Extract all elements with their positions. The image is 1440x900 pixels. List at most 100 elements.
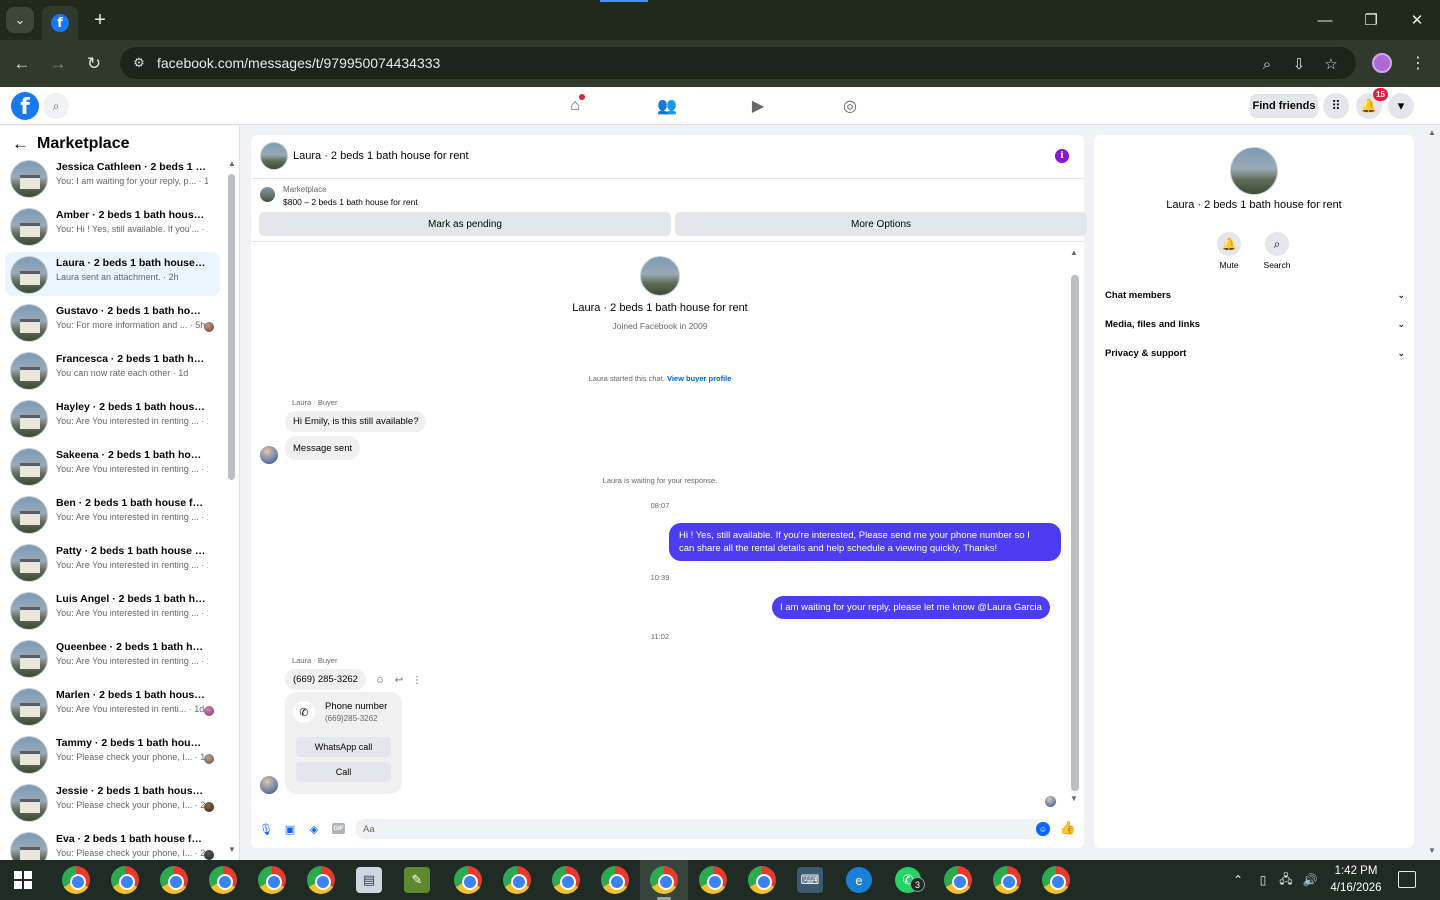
conversation-item[interactable]: Queenbee · 2 beds 1 bath hous... You: Ar… <box>5 636 220 680</box>
photo-icon[interactable]: ▣ <box>283 822 297 836</box>
page-scroll-down-icon[interactable]: ▼ <box>1428 846 1436 855</box>
conversation-item[interactable]: Marlen · 2 beds 1 bath house... You: Are… <box>5 684 220 728</box>
facebook-logo-icon[interactable]: f <box>11 92 39 120</box>
conversation-item[interactable]: Jessica Cathleen · 2 beds 1 bath... You:… <box>5 156 220 200</box>
buyer-profile-avatar[interactable] <box>640 256 680 296</box>
bookmark-star-icon[interactable]: ☆ <box>1320 53 1342 75</box>
conversation-item[interactable]: Gustavo · 2 beds 1 bath hous... You: For… <box>5 300 220 344</box>
conversation-item[interactable]: Eva · 2 beds 1 bath house for... You: Pl… <box>5 828 220 860</box>
mute-action[interactable]: 🔔 Mute <box>1204 232 1254 270</box>
site-settings-icon[interactable]: ⚙ <box>130 54 148 72</box>
tray-chevron-up-icon[interactable]: ⌃ <box>1230 871 1246 889</box>
conversation-item[interactable]: Sakeena · 2 beds 1 bath house f... You: … <box>5 444 220 488</box>
microphone-icon[interactable]: 🎙 <box>259 822 273 836</box>
chrome-icon[interactable] <box>307 866 335 894</box>
chrome-icon[interactable] <box>258 866 286 894</box>
more-options-button[interactable]: More Options <box>675 212 1087 236</box>
react-emoji-icon[interactable]: ☺ <box>374 674 386 686</box>
friends-icon[interactable]: 👥 <box>655 94 679 118</box>
conversation-item[interactable]: Tammy · 2 beds 1 bath house... You: Plea… <box>5 732 220 776</box>
windows-start-icon[interactable] <box>14 871 32 889</box>
browser-menu-icon[interactable]: ⋮ <box>1408 52 1428 74</box>
chrome-icon[interactable] <box>993 866 1021 894</box>
volume-icon[interactable]: 🔊 <box>1302 871 1318 889</box>
chat-members-section[interactable]: Chat members ⌄ <box>1105 290 1405 306</box>
groups-icon[interactable]: ◎ <box>838 94 862 118</box>
address-bar[interactable]: ⚙ facebook.com/messages/t/97995007443433… <box>120 47 1356 79</box>
conversation-item[interactable]: Amber · 2 beds 1 bath house fo... You: H… <box>5 204 220 248</box>
more-actions-icon[interactable]: ⋮ <box>411 674 423 686</box>
chrome-icon[interactable] <box>160 866 188 894</box>
video-icon[interactable]: ▶ <box>746 94 770 118</box>
account-chevron-icon[interactable]: ▾ <box>1388 93 1414 119</box>
clock-date[interactable]: 4/16/2026 <box>1326 882 1386 894</box>
browser-tab-facebook[interactable]: f <box>42 6 78 40</box>
conversation-item[interactable]: Patty · 2 beds 1 bath house for ... You:… <box>5 540 220 584</box>
details-avatar[interactable] <box>1230 147 1278 195</box>
view-buyer-profile-link[interactable]: View buyer profile <box>667 374 731 383</box>
new-tab-plus-icon[interactable]: + <box>88 8 112 32</box>
mark-as-pending-button[interactable]: Mark as pending <box>259 212 671 236</box>
conversation-item-active[interactable]: Laura · 2 beds 1 bath house for ... Laur… <box>5 252 220 296</box>
listing-thumbnail[interactable] <box>260 187 275 202</box>
tab-search-dropdown-icon[interactable]: ⌄ <box>6 7 34 33</box>
search-icon[interactable]: ⌕ <box>1265 232 1289 256</box>
chat-scroll-down-icon[interactable]: ▼ <box>1070 794 1078 803</box>
conversation-item[interactable]: Francesca · 2 beds 1 bath house... You c… <box>5 348 220 392</box>
chrome-icon[interactable] <box>111 866 139 894</box>
apps-menu-icon[interactable]: ⠿ <box>1323 93 1349 119</box>
chat-scrollbar[interactable] <box>1071 275 1079 791</box>
scroll-up-arrow-icon[interactable]: ▲ <box>228 159 236 168</box>
bell-icon[interactable]: 🔔 <box>1217 232 1241 256</box>
id-card-app-icon[interactable]: ▤ <box>356 867 382 893</box>
chrome-icon[interactable] <box>699 866 727 894</box>
sidebar-scrollbar[interactable] <box>228 174 235 480</box>
zoom-icon[interactable]: ⌕ <box>1256 53 1278 75</box>
gif-icon[interactable]: GIF <box>332 823 345 834</box>
reload-icon[interactable]: ↻ <box>81 51 107 77</box>
chrome-icon[interactable] <box>454 866 482 894</box>
chat-scroll-up-icon[interactable]: ▲ <box>1070 248 1078 257</box>
chrome-icon[interactable] <box>209 866 237 894</box>
chrome-icon[interactable] <box>552 866 580 894</box>
browser-profile-avatar[interactable] <box>1372 53 1392 73</box>
search-action[interactable]: ⌕ Search <box>1252 232 1302 270</box>
keyboard-app-icon[interactable]: ⌨ <box>797 867 823 893</box>
network-icon[interactable]: 🖧 <box>1278 871 1294 889</box>
clock-time[interactable]: 1:42 PM <box>1330 865 1382 877</box>
reply-arrow-icon[interactable]: ↩ <box>393 674 405 686</box>
chat-title[interactable]: Laura · 2 beds 1 bath house for rent <box>293 150 469 162</box>
media-files-links-section[interactable]: Media, files and links ⌄ <box>1105 319 1405 335</box>
privacy-support-section[interactable]: Privacy & support ⌄ <box>1105 348 1405 364</box>
sticker-icon[interactable]: ◈ <box>307 822 321 836</box>
chrome-icon[interactable] <box>748 866 776 894</box>
facebook-search-icon[interactable]: ⌕ <box>43 93 69 119</box>
install-app-icon[interactable]: ⇩ <box>1288 53 1310 75</box>
page-scroll-up-icon[interactable]: ▲ <box>1428 128 1436 137</box>
whatsapp-call-button[interactable]: WhatsApp call <box>296 737 391 757</box>
emoji-icon[interactable]: ☺ <box>1036 822 1050 836</box>
notes-app-icon[interactable]: ✎ <box>404 867 430 893</box>
chrome-icon[interactable] <box>944 866 972 894</box>
notification-center-icon[interactable] <box>1398 871 1416 888</box>
tray-app-icon[interactable]: ▯ <box>1255 871 1271 889</box>
thumbs-up-icon[interactable]: 👍 <box>1060 820 1076 836</box>
chrome-icon[interactable] <box>503 866 531 894</box>
chat-avatar[interactable] <box>260 142 288 170</box>
chrome-icon-active[interactable] <box>650 866 678 894</box>
conversation-item[interactable]: Luis Angel · 2 beds 1 bath hous... You: … <box>5 588 220 632</box>
conversation-item[interactable]: Hayley · 2 beds 1 bath house fo... You: … <box>5 396 220 440</box>
find-friends-button[interactable]: Find friends <box>1250 94 1318 118</box>
url-text[interactable]: facebook.com/messages/t/979950074434333 <box>157 55 440 71</box>
conversation-item[interactable]: Ben · 2 beds 1 bath house for r... You: … <box>5 492 220 536</box>
conversation-info-icon[interactable]: i <box>1055 149 1069 163</box>
message-input[interactable] <box>355 819 1051 839</box>
chrome-icon[interactable] <box>601 866 629 894</box>
sender-avatar[interactable] <box>260 776 278 794</box>
forward-arrow-icon[interactable]: → <box>45 51 71 77</box>
call-button[interactable]: Call <box>296 762 391 782</box>
scroll-down-arrow-icon[interactable]: ▼ <box>228 845 236 854</box>
restore-icon[interactable]: ❐ <box>1359 8 1383 32</box>
back-arrow-icon[interactable]: ← <box>12 134 32 154</box>
edge-icon[interactable]: e <box>846 867 872 893</box>
